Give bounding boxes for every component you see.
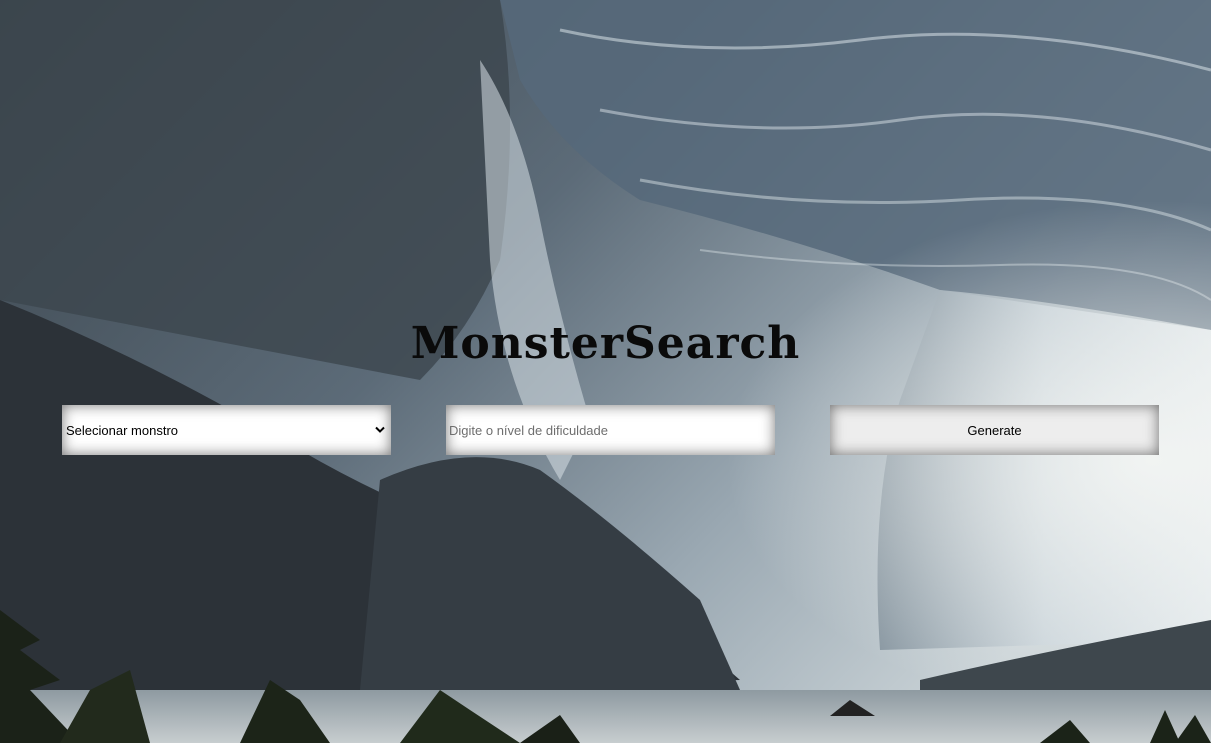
page: MonsterSearch Selecionar monstro Generat… (0, 0, 1211, 743)
chevron-down-icon (375, 426, 385, 433)
page-title: MonsterSearch (410, 318, 801, 369)
monster-select-value: Selecionar monstro (66, 422, 178, 438)
difficulty-input[interactable] (446, 405, 775, 455)
monster-select[interactable]: Selecionar monstro (62, 405, 391, 455)
generate-button[interactable]: Generate (830, 405, 1159, 455)
